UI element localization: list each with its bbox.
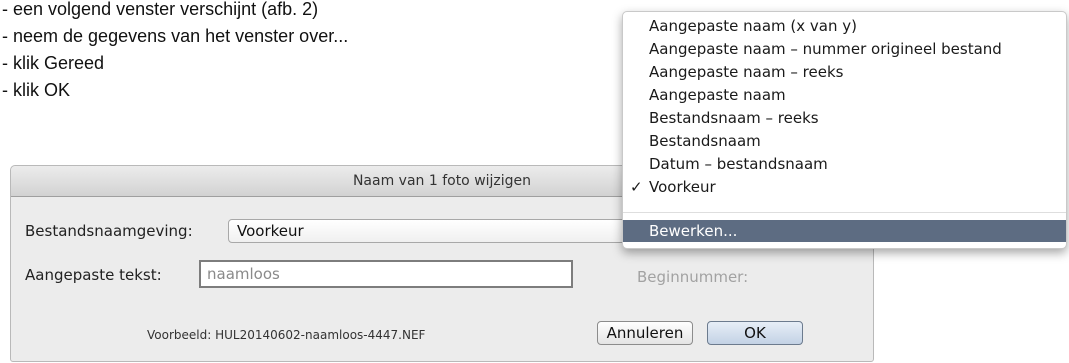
menu-item[interactable]: Datum – bestandsnaam [623,153,1066,175]
instruction-line: - klik Gereed [2,53,105,73]
menu-item-edit[interactable]: Bewerken... [623,220,1066,242]
preview-value: HUL20140602-naamloos-4447.NEF [215,328,426,342]
menu-item[interactable]: Aangepaste naam [623,84,1066,106]
menu-item-label: Aangepaste naam [649,86,786,104]
menu-separator [623,212,1066,213]
menu-item-label: Bestandsnaam – reeks [649,109,819,127]
menu-item-label: Datum – bestandsnaam [649,155,828,173]
menu-item[interactable]: Aangepaste naam – reeks [623,61,1066,83]
preview-line: Voorbeeld: HUL20140602-naamloos-4447.NEF [147,328,425,342]
preview-label: Voorbeeld: [147,328,212,342]
menu-item-label: Bestandsnaam [649,132,761,150]
filename-select-value: Voorkeur [237,222,304,240]
filename-label: Bestandsnaamgeving: [25,222,193,240]
instruction-line: - een volgend venster verschijnt (afb. 2… [2,0,319,19]
menu-item-label: Aangepaste naam – reeks [649,63,844,81]
instruction-line: - neem de gegevens van het venster over.… [2,26,349,46]
menu-item-label: Aangepaste naam (x van y) [649,17,857,35]
menu-item[interactable]: Bestandsnaam – reeks [623,107,1066,129]
naming-dropdown-menu: Aangepaste naam (x van y) Aangepaste naa… [622,11,1067,249]
menu-item-label: Aangepaste naam – nummer origineel besta… [649,40,1002,58]
instruction-line: - klik OK [2,80,71,100]
instruction-list: - een volgend venster verschijnt (afb. 2… [2,0,348,104]
menu-item[interactable]: Bestandsnaam [623,130,1066,152]
menu-item-label: Bewerken... [649,222,738,240]
start-number-label: Beginnummer: [637,268,749,286]
ok-button[interactable]: OK [707,321,803,345]
filename-select[interactable]: Voorkeur [228,219,648,243]
custom-text-input[interactable] [199,260,573,288]
check-icon: ✓ [630,178,643,196]
cancel-button[interactable]: Annuleren [597,321,693,345]
menu-item[interactable]: Aangepaste naam (x van y) [623,15,1066,37]
menu-item-checked[interactable]: ✓ Voorkeur [623,176,1066,198]
custom-text-label: Aangepaste tekst: [25,266,162,284]
menu-item-label: Voorkeur [649,178,716,196]
menu-item[interactable]: Aangepaste naam – nummer origineel besta… [623,38,1066,60]
